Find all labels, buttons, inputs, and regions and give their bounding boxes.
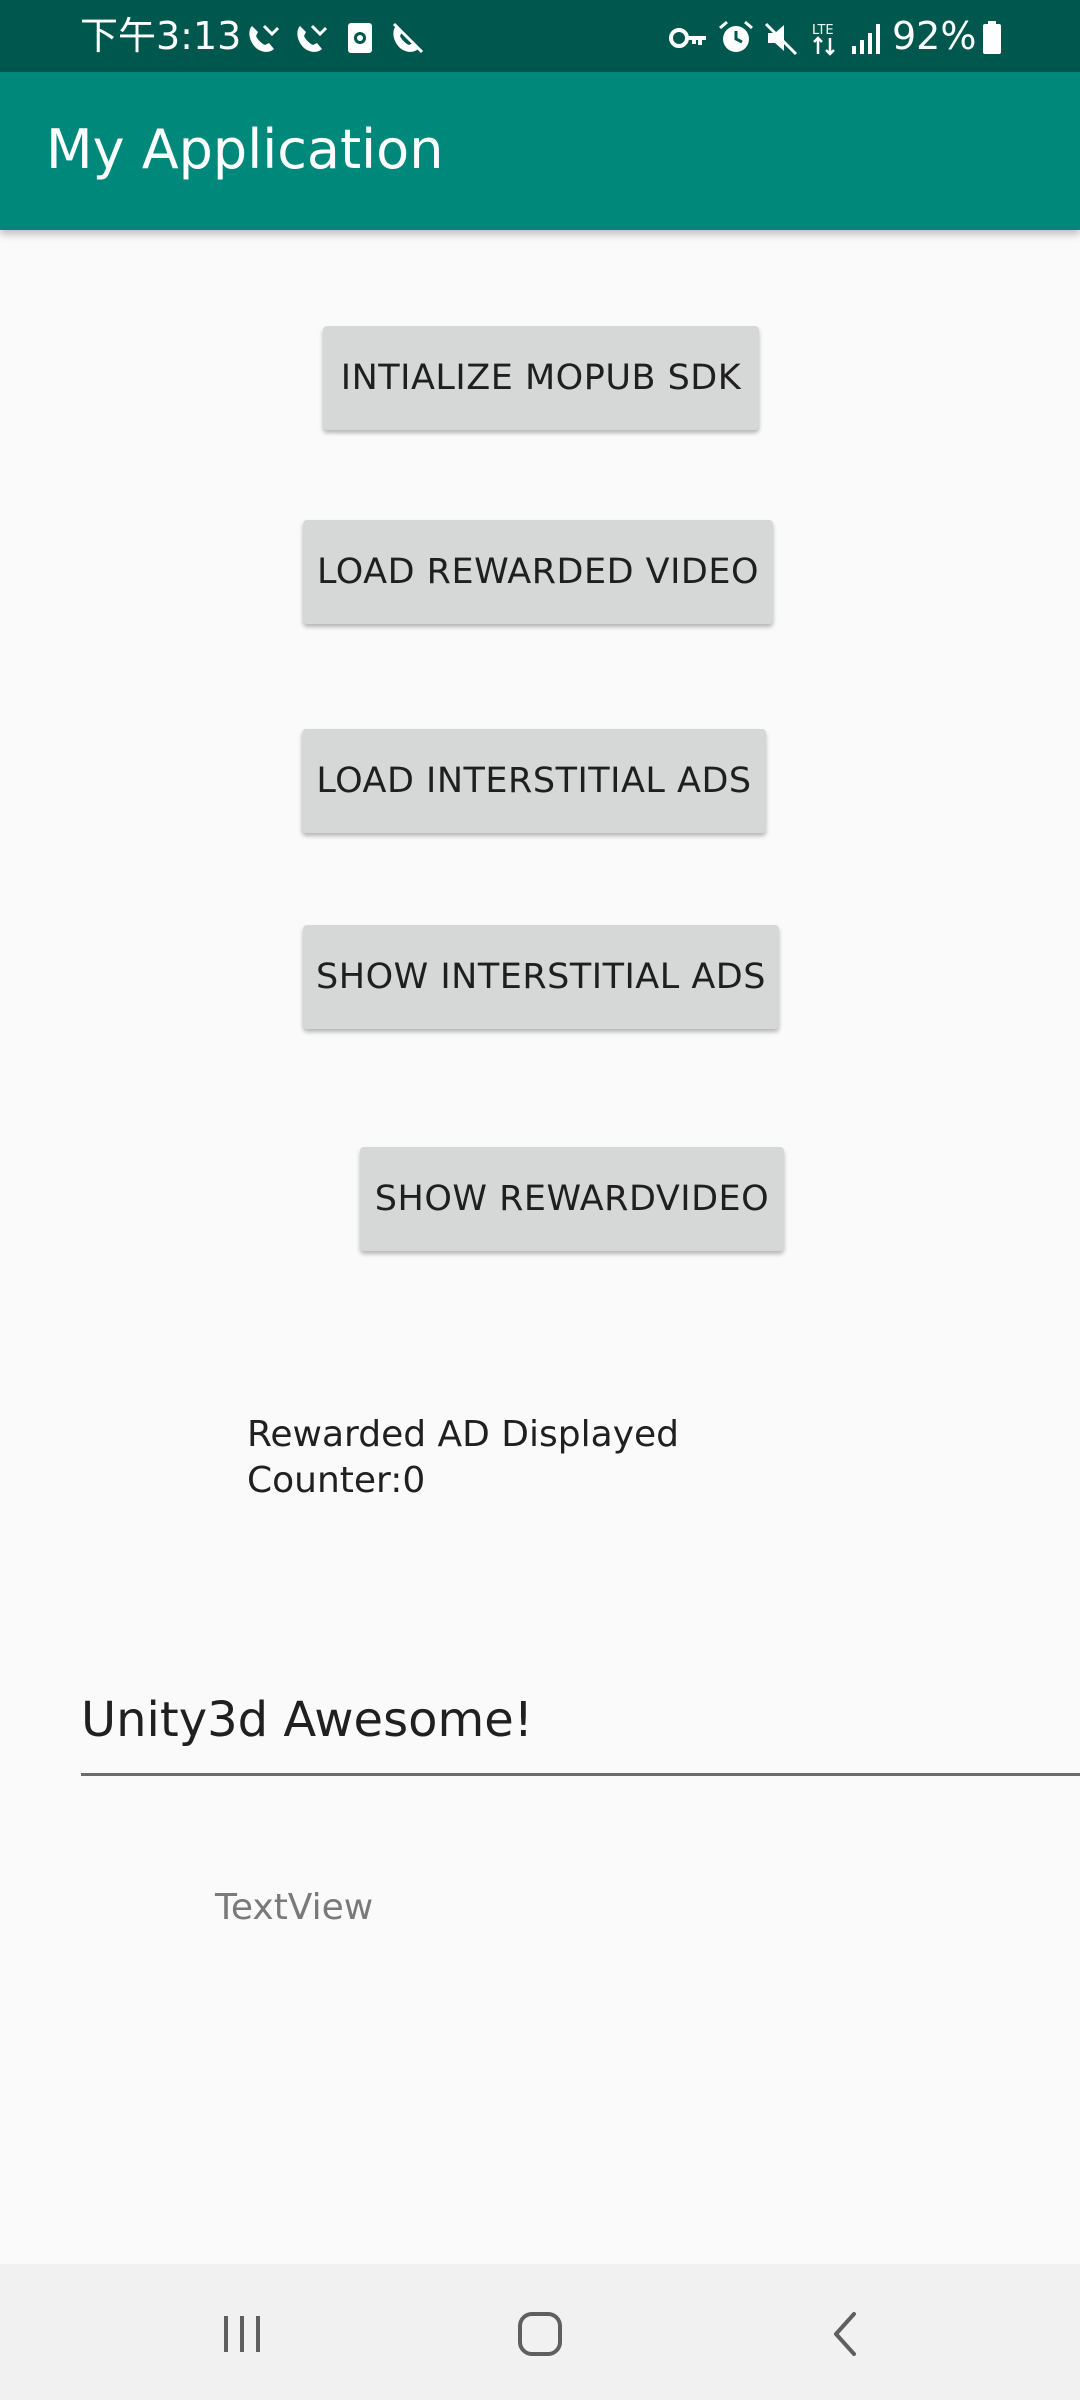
load-interstitial-ads-button[interactable]: LOAD INTERSTITIAL ADS <box>302 729 766 833</box>
call-muted-icon <box>392 22 424 54</box>
battery-percentage: 92% <box>892 14 977 58</box>
text-view: TextView <box>215 1887 374 1928</box>
app-bar: My Application <box>0 72 1080 230</box>
home-icon[interactable] <box>500 2294 580 2374</box>
show-interstitial-ads-button[interactable]: SHOW INTERSTITIAL ADS <box>303 925 779 1029</box>
missed-call-icon <box>249 24 280 52</box>
rewarded-counter-text: Rewarded AD Displayed Counter:0 <box>247 1412 767 1504</box>
counter-line-2: Counter:0 <box>247 1460 426 1501</box>
missed-call-icon <box>297 24 328 52</box>
recents-icon[interactable] <box>202 2294 282 2374</box>
status-bar: 下午3:13 LTE 92% <box>0 0 1080 72</box>
back-icon[interactable] <box>806 2294 886 2374</box>
mute-icon <box>764 22 798 56</box>
alarm-icon <box>719 20 753 52</box>
svg-text:LTE: LTE <box>812 23 834 38</box>
key-icon <box>669 28 706 48</box>
battery-icon <box>983 21 1001 54</box>
status-time: 下午3:13 <box>80 14 242 58</box>
text-input-field[interactable]: Unity3d Awesome! <box>81 1680 1080 1776</box>
load-rewarded-video-button[interactable]: LOAD REWARDED VIDEO <box>303 520 773 624</box>
navigation-bar <box>0 2264 1080 2400</box>
screen-record-icon <box>348 23 372 53</box>
initialize-sdk-button[interactable]: INTIALIZE MOPUB SDK <box>323 326 759 430</box>
counter-line-1: Rewarded AD Displayed <box>247 1414 679 1455</box>
signal-icon <box>852 24 880 54</box>
app-title: My Application <box>46 118 444 181</box>
lte-icon: LTE <box>812 23 835 56</box>
show-rewarded-video-button[interactable]: SHOW REWARDVIDEO <box>360 1147 784 1251</box>
